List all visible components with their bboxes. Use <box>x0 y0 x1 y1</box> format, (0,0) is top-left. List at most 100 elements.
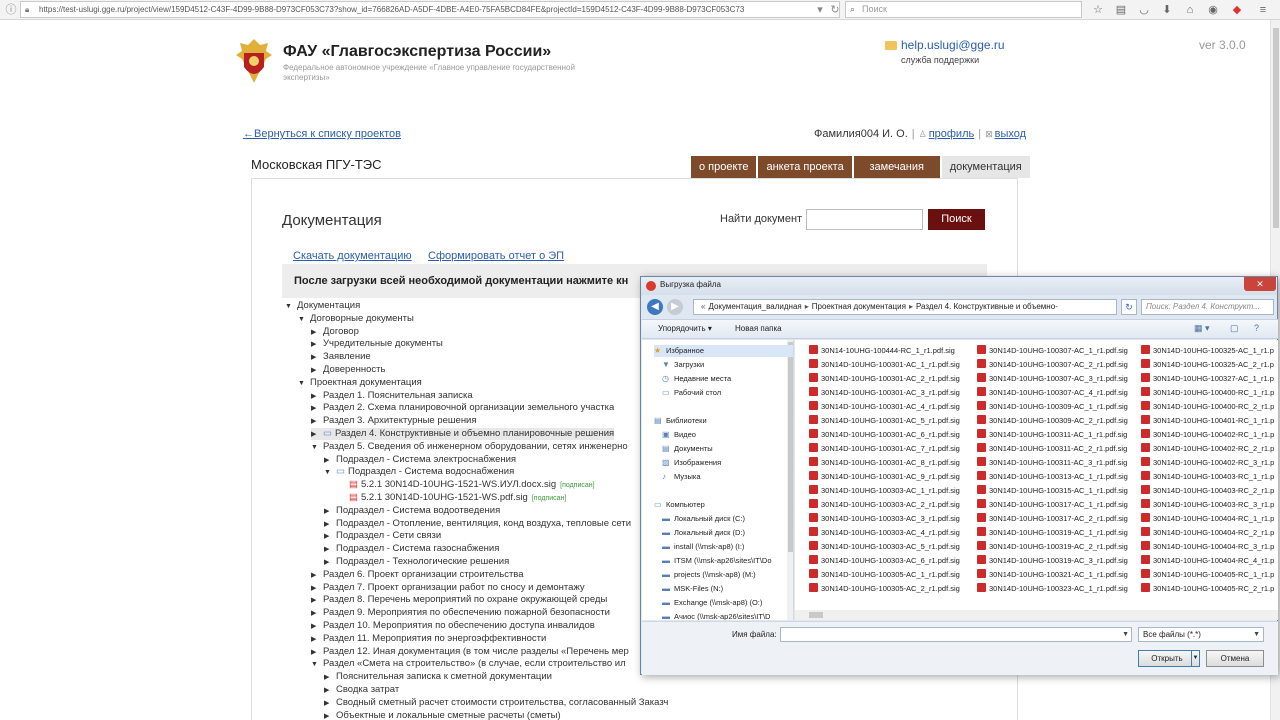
tree-node[interactable]: ▶ Раздел 8. Перечень мероприятий по охран… <box>311 594 607 606</box>
file-item[interactable]: 30N14D-10UHG-100315-AC_1_r1.pdf.sig <box>977 485 1128 497</box>
nav-pane-item[interactable]: ▭ Компьютер <box>654 499 705 511</box>
collapsed-icon[interactable]: ▶ <box>311 416 323 428</box>
help-icon[interactable]: ? <box>1254 323 1259 333</box>
collapsed-icon[interactable]: ▶ <box>311 403 323 415</box>
file-item[interactable]: 30N14D-10UHG-100325-AC_1_r1.p <box>1141 345 1274 357</box>
file-name[interactable]: 30N14D-10UHG-100307-AC_1_r1.pdf.sig <box>989 346 1128 355</box>
forward-arrow-icon[interactable]: ▶ <box>667 299 683 315</box>
file-item[interactable]: 30N14D-10UHG-100303-AC_3_r1.pdf.sig <box>809 513 960 525</box>
tab-about[interactable]: о проекте <box>691 156 757 178</box>
file-name[interactable]: 30N14D-10UHG-100303-AC_6_r1.pdf.sig <box>821 556 960 565</box>
dialog-titlebar[interactable]: Выгрузка файла <box>641 277 1277 295</box>
nav-item-label[interactable]: Загрузки <box>674 360 704 369</box>
tree-node-label[interactable]: Раздел 5. Сведения об инженерном оборудо… <box>323 441 628 452</box>
file-item[interactable]: 30N14D-10UHG-100321-AC_1_r1.pdf.sig <box>977 569 1128 581</box>
collapsed-icon[interactable]: ▶ <box>311 391 323 403</box>
tab-documentation[interactable]: документация <box>941 156 1030 178</box>
file-item[interactable]: 30N14D-10UHG-100301-AC_9_r1.pdf.sig <box>809 471 960 483</box>
file-item[interactable]: 30N14D-10UHG-100323-AC_1_r1.pdf.sig <box>977 583 1128 595</box>
tree-node[interactable]: ▶ Раздел 12. Иная документация (в том чис… <box>311 646 629 658</box>
home-icon[interactable]: ⌂ <box>1183 3 1197 17</box>
nav-item-label[interactable]: Exchange (\\msk-ap8) (O:) <box>674 598 762 607</box>
file-name[interactable]: 30N14D-10UHG-100402-RC_2_r1.p <box>1153 444 1274 453</box>
page-info-icon[interactable]: ⓘ <box>3 2 19 18</box>
file-item[interactable]: 30N14D-10UHG-100327-AC_1_r1.p <box>1141 373 1274 385</box>
tree-node-label[interactable]: Объектные и локальные сметные расчеты (с… <box>336 710 561 720</box>
file-name[interactable]: 30N14-10UHG-100444-RC_1_r1.pdf.sig <box>821 346 955 355</box>
refresh-icon[interactable]: ↻ <box>1121 299 1137 315</box>
tree-node-label[interactable]: Подраздел - Система газоснабжения <box>336 543 499 554</box>
file-item[interactable]: 30N14D-10UHG-100400-RC_1_r1.p <box>1141 387 1274 399</box>
nav-item-label[interactable]: Недавние места <box>674 374 731 383</box>
download-icon[interactable]: ⬇ <box>1160 3 1174 17</box>
file-name[interactable]: 30N14D-10UHG-100403-RC_1_r1.p <box>1153 472 1274 481</box>
file-item[interactable]: 30N14D-10UHG-100301-AC_2_r1.pdf.sig <box>809 373 960 385</box>
collapsed-icon[interactable]: ▶ <box>311 595 323 607</box>
file-item[interactable]: 30N14D-10UHG-100404-RC_4_r1.p <box>1141 555 1274 567</box>
tab-questionnaire[interactable]: анкета проекта <box>758 156 852 178</box>
tree-node-label[interactable]: Подраздел - Система электроснабжения <box>336 454 516 465</box>
find-button[interactable]: Поиск <box>928 209 985 230</box>
file-name[interactable]: 30N14D-10UHG-100405-RC_1_r1.p <box>1153 570 1274 579</box>
file-item[interactable]: 30N14D-10UHG-100309-AC_2_r1.pdf.sig <box>977 415 1128 427</box>
tree-node[interactable]: ▶ Раздел 2. Схема планировочной организац… <box>311 402 614 414</box>
download-docs-link[interactable]: Скачать документацию <box>293 250 412 262</box>
file-name[interactable]: 30N14D-10UHG-100404-RC_1_r1.p <box>1153 514 1274 523</box>
file-name[interactable]: 30N14D-10UHG-100319-AC_1_r1.pdf.sig <box>989 528 1128 537</box>
file-item[interactable]: 30N14D-10UHG-100301-AC_4_r1.pdf.sig <box>809 401 960 413</box>
tree-node-label[interactable]: 5.2.1 30N14D-10UHG-1521-WS.pdf.sig <box>361 492 528 503</box>
collapsed-icon[interactable]: ▶ <box>324 698 336 710</box>
nav-item-label[interactable]: projects (\\msk-ap8) (M:) <box>674 570 756 579</box>
find-document-input[interactable] <box>806 209 923 230</box>
expanded-icon[interactable]: ▼ <box>298 378 310 390</box>
menu-icon[interactable]: ≡ <box>1256 3 1270 17</box>
file-name[interactable]: 30N14D-10UHG-100301-AC_2_r1.pdf.sig <box>821 374 960 383</box>
file-item[interactable]: 30N14D-10UHG-100317-AC_1_r1.pdf.sig <box>977 499 1128 511</box>
tree-node-label[interactable]: Учредительные документы <box>323 338 443 349</box>
nav-pane-item[interactable]: ♪ Музыка <box>662 471 701 483</box>
tree-node-label[interactable]: Сводный сметный расчет стоимости строите… <box>336 697 668 708</box>
crumb-item[interactable]: Документация_валидная <box>708 302 801 311</box>
nav-item-label[interactable]: Документы <box>674 444 713 453</box>
cancel-button[interactable]: Отмена <box>1206 650 1264 667</box>
nav-pane-item[interactable]: ▬ Локальный диск (D:) <box>662 527 745 539</box>
nav-pane-item[interactable]: ▬ Локальный диск (C:) <box>662 513 745 525</box>
organize-button[interactable]: Упорядочить ▾ <box>658 324 712 333</box>
collapsed-icon[interactable]: ▶ <box>311 365 323 377</box>
file-item[interactable]: 30N14D-10UHG-100311-AC_2_r1.pdf.sig <box>977 443 1127 455</box>
file-name[interactable]: 30N14D-10UHG-100309-AC_2_r1.pdf.sig <box>989 416 1128 425</box>
tree-node-label[interactable]: Раздел 10. Мероприятия по обеспечению до… <box>323 620 595 631</box>
file-name[interactable]: 30N14D-10UHG-100303-AC_1_r1.pdf.sig <box>821 486 960 495</box>
file-item[interactable]: 30N14D-10UHG-100307-AC_3_r1.pdf.sig <box>977 373 1128 385</box>
nav-item-label[interactable]: Ачиос (\\msk-ap26\sites\IT\D <box>674 612 770 620</box>
collapsed-icon[interactable]: ▶ <box>324 544 336 556</box>
nav-item-label[interactable]: Компьютер <box>666 500 705 509</box>
nav-pane-scrollbar[interactable] <box>787 340 793 620</box>
file-name[interactable]: 30N14D-10UHG-100303-AC_2_r1.pdf.sig <box>821 500 960 509</box>
tree-node[interactable]: ▶ Договор <box>311 326 359 338</box>
crumb-item[interactable]: Раздел 4. Конструктивные и объемно- <box>916 302 1058 311</box>
nav-item-label[interactable]: ITSM (\\msk-ap26\sites\IT\Do <box>674 556 772 565</box>
collapsed-icon[interactable]: ▶ <box>311 429 323 441</box>
filename-input[interactable]: ▼ <box>780 627 1132 642</box>
file-name[interactable]: 30N14D-10UHG-100321-AC_1_r1.pdf.sig <box>989 570 1128 579</box>
file-name[interactable]: 30N14D-10UHG-100307-AC_4_r1.pdf.sig <box>989 388 1128 397</box>
file-item[interactable]: 30N14D-10UHG-100311-AC_1_r1.pdf.sig <box>977 429 1127 441</box>
new-folder-button[interactable]: Новая папка <box>735 324 782 333</box>
file-name[interactable]: 30N14D-10UHG-100311-AC_2_r1.pdf.sig <box>989 444 1127 453</box>
tree-node-label[interactable]: Заявление <box>323 351 371 362</box>
help-email-link[interactable]: help.uslugi@gge.ru <box>885 38 1005 52</box>
nav-item-label[interactable]: Рабочий стол <box>674 388 721 397</box>
nav-item-label[interactable]: Локальный диск (D:) <box>674 528 745 537</box>
file-name[interactable]: 30N14D-10UHG-100400-RC_1_r1.p <box>1153 388 1274 397</box>
tree-node-label[interactable]: Подраздел - Система водоснабжения <box>348 466 514 477</box>
file-name[interactable]: 30N14D-10UHG-100301-AC_9_r1.pdf.sig <box>821 472 960 481</box>
nav-pane-item[interactable]: ◷ Недавние места <box>662 373 731 385</box>
tree-node[interactable]: ▶ Заявление <box>311 351 371 363</box>
file-item[interactable]: 30N14D-10UHG-100313-AC_1_r1.pdf.sig <box>977 471 1128 483</box>
collapsed-icon[interactable]: ▶ <box>324 711 336 720</box>
file-name[interactable]: 30N14D-10UHG-100313-AC_1_r1.pdf.sig <box>989 472 1128 481</box>
back-link-text[interactable]: Вернуться к списку проектов <box>254 128 401 140</box>
tree-node[interactable]: ▶ Раздел 10. Мероприятия по обеспечению д… <box>311 620 595 632</box>
file-name[interactable]: 30N14D-10UHG-100307-AC_2_r1.pdf.sig <box>989 360 1128 369</box>
